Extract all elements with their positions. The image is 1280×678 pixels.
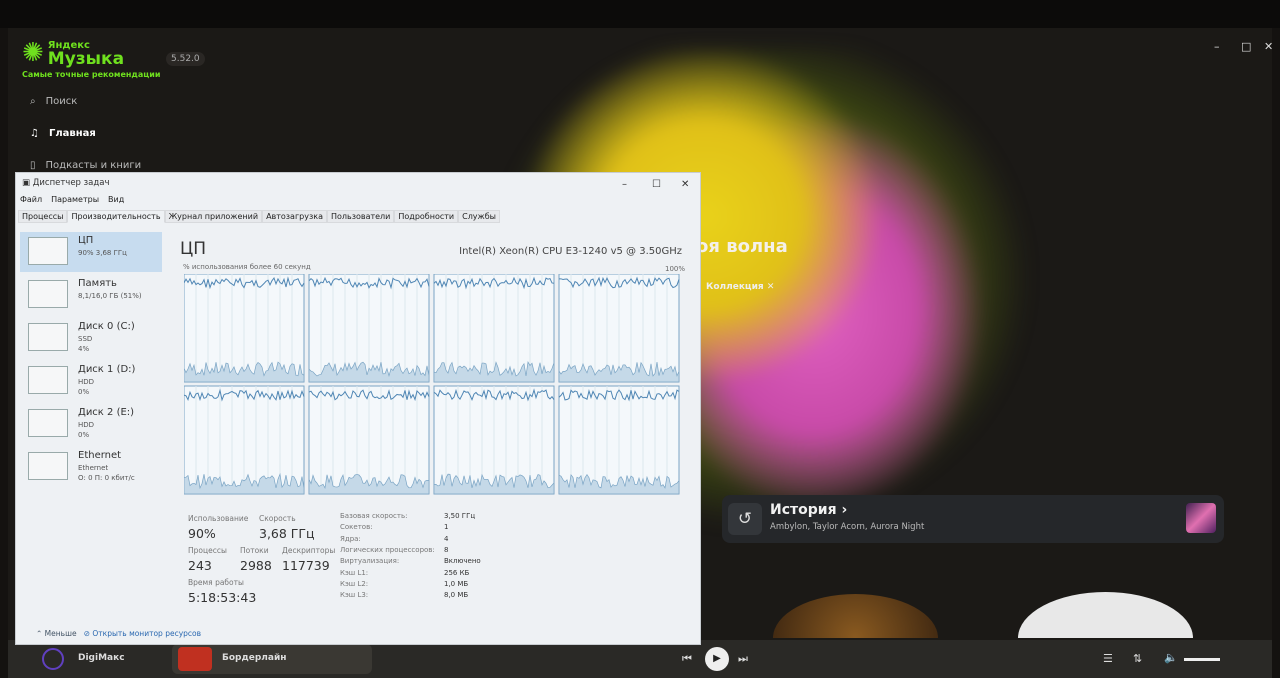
graph-max-label: 100%: [665, 265, 686, 273]
detail-value: 8,0 МБ: [444, 591, 469, 600]
task-manager-window: ▣ Диспетчер задач – ☐ ✕ Файл Параметры В…: [15, 172, 701, 645]
history-icon: ↺: [728, 503, 762, 535]
detail-value: 4: [444, 534, 449, 543]
sidebar-item[interactable]: Память 8,1/16,0 ГБ (51%): [20, 275, 162, 315]
mini-graph: [28, 366, 68, 394]
mini-graph: [28, 237, 68, 265]
mini-graph: [28, 280, 68, 308]
processes-value: 243: [188, 558, 212, 573]
speed-value: 3,68 ГГц: [259, 526, 315, 541]
tab-app-history[interactable]: Журнал приложений: [164, 210, 263, 223]
page-title: ЦП: [180, 239, 206, 259]
cpu-model: Intel(R) Xeon(R) CPU E3-1240 v5 @ 3.50GH…: [459, 246, 682, 257]
tab-users[interactable]: Пользователи: [326, 210, 395, 223]
maximize-button[interactable]: □: [1241, 40, 1251, 53]
minimize-button[interactable]: –: [1214, 40, 1220, 53]
nav-home[interactable]: ♫ Главная: [30, 128, 96, 139]
volume-slider[interactable]: [1184, 658, 1220, 661]
footer: ⌃ Меньше ⊘ Открыть монитор ресурсов: [36, 629, 201, 638]
sidebar-item[interactable]: Диск 2 (E:) HDD 0%: [20, 404, 162, 444]
cpu-core-graphs: [184, 274, 680, 495]
playlist-cover[interactable]: [1018, 592, 1193, 638]
now-playing[interactable]: Бордерлайн: [172, 644, 372, 674]
prev-button[interactable]: ⏮: [682, 652, 692, 666]
graph-caption: % использования более 60 секунд: [183, 263, 311, 271]
sidebar-item[interactable]: Диск 0 (C:) SSD 4%: [20, 318, 162, 358]
usage-value: 90%: [188, 526, 216, 541]
player-bar: DigiМакс Бордерлайн ⏮ ▶ ⏭ ☰ ⇅ 🔈: [8, 640, 1272, 678]
next-button[interactable]: ⏭: [738, 652, 748, 666]
mini-graph: [28, 323, 68, 351]
threads-value: 2988: [240, 558, 272, 573]
album-cover: [1186, 503, 1216, 533]
tab-services[interactable]: Службы: [458, 210, 500, 223]
nav-podcasts[interactable]: ▯ Подкасты и книги: [30, 160, 141, 171]
tab-processes[interactable]: Процессы: [18, 210, 68, 223]
tab-details[interactable]: Подробности: [394, 210, 459, 223]
play-button[interactable]: ▶: [705, 647, 729, 671]
collection-chip[interactable]: Коллекция ✕: [706, 282, 774, 292]
monitor-bezel: [0, 0, 1280, 28]
logo[interactable]: ✺ Яндекс Музыка Самые точные рекомендации: [22, 38, 160, 79]
detail-label: Кэш L2:: [340, 579, 369, 588]
avatar[interactable]: [42, 648, 64, 670]
equalizer-button[interactable]: ⇅: [1133, 652, 1142, 665]
detail-value: 1,0 МБ: [444, 579, 469, 588]
detail-value: 8: [444, 545, 449, 554]
close-button[interactable]: ✕: [681, 179, 689, 190]
detail-label: Виртуализация:: [340, 557, 400, 566]
task-manager-icon: ▣: [22, 178, 31, 188]
sidebar-item[interactable]: Ethernet Ethernet О: 0 П: 0 кбит/с: [20, 447, 162, 487]
detail-value: Включено: [444, 557, 481, 566]
detail-label: Сокетов:: [340, 523, 373, 532]
detail-label: Базовая скорость:: [340, 512, 408, 520]
uptime-value: 5:18:53:43: [188, 590, 257, 605]
resource-monitor-icon: ⊘: [83, 629, 91, 638]
menu-bar: Файл Параметры Вид: [20, 195, 124, 204]
resource-sidebar: ЦП 90% 3,68 ГГц Память 8,1/16,0 ГБ (51%)…: [16, 228, 172, 621]
user-name[interactable]: DigiМакс: [78, 653, 125, 663]
queue-button[interactable]: ☰: [1103, 652, 1113, 665]
my-wave-title: оя волна: [696, 236, 788, 257]
chevron-right-icon: ›: [841, 502, 848, 518]
track-cover: [178, 647, 212, 671]
handles-value: 117739: [282, 558, 330, 573]
detail-label: Кэш L1:: [340, 568, 369, 577]
mini-graph: [28, 409, 68, 437]
music-note-icon: ♫: [30, 128, 39, 139]
sidebar-item[interactable]: Диск 1 (D:) HDD 0%: [20, 361, 162, 401]
menu-view[interactable]: Вид: [108, 195, 124, 204]
maximize-button[interactable]: ☐: [652, 179, 661, 190]
menu-options[interactable]: Параметры: [51, 195, 99, 204]
less-button[interactable]: ⌃ Меньше: [36, 629, 77, 638]
volume-icon[interactable]: 🔈: [1164, 651, 1178, 664]
detail-value: 256 КБ: [444, 568, 470, 577]
detail-value: 1: [444, 523, 449, 532]
tab-bar: Процессы Производительность Журнал прило…: [18, 210, 500, 223]
tab-startup[interactable]: Автозагрузка: [262, 210, 327, 223]
window-title: ▣ Диспетчер задач: [22, 178, 110, 188]
logo-star-icon: ✺: [22, 38, 44, 68]
detail-label: Логических процессоров:: [340, 545, 435, 554]
sidebar-item[interactable]: ЦП 90% 3,68 ГГц: [20, 232, 162, 272]
detail-label: Ядра:: [340, 534, 361, 543]
mini-graph: [28, 452, 68, 480]
open-resource-monitor-link[interactable]: ⊘ Открыть монитор ресурсов: [84, 629, 201, 638]
close-button[interactable]: ✕: [1264, 40, 1272, 53]
detail-value: 3,50 ГГц: [444, 512, 476, 520]
search-icon: ⌕: [30, 96, 36, 107]
menu-file[interactable]: Файл: [20, 195, 42, 204]
minimize-button[interactable]: –: [622, 179, 627, 190]
detail-label: Кэш L3:: [340, 591, 369, 600]
playlist-cover[interactable]: [773, 594, 938, 638]
nav-search[interactable]: ⌕ Поиск: [30, 96, 77, 107]
tab-performance[interactable]: Производительность: [67, 210, 165, 223]
book-icon: ▯: [30, 160, 36, 171]
history-card[interactable]: ↺ История › Ambylon, Taylor Acorn, Auror…: [722, 495, 1224, 543]
version-badge: 5.52.0: [166, 52, 205, 66]
close-icon[interactable]: ✕: [767, 282, 775, 292]
